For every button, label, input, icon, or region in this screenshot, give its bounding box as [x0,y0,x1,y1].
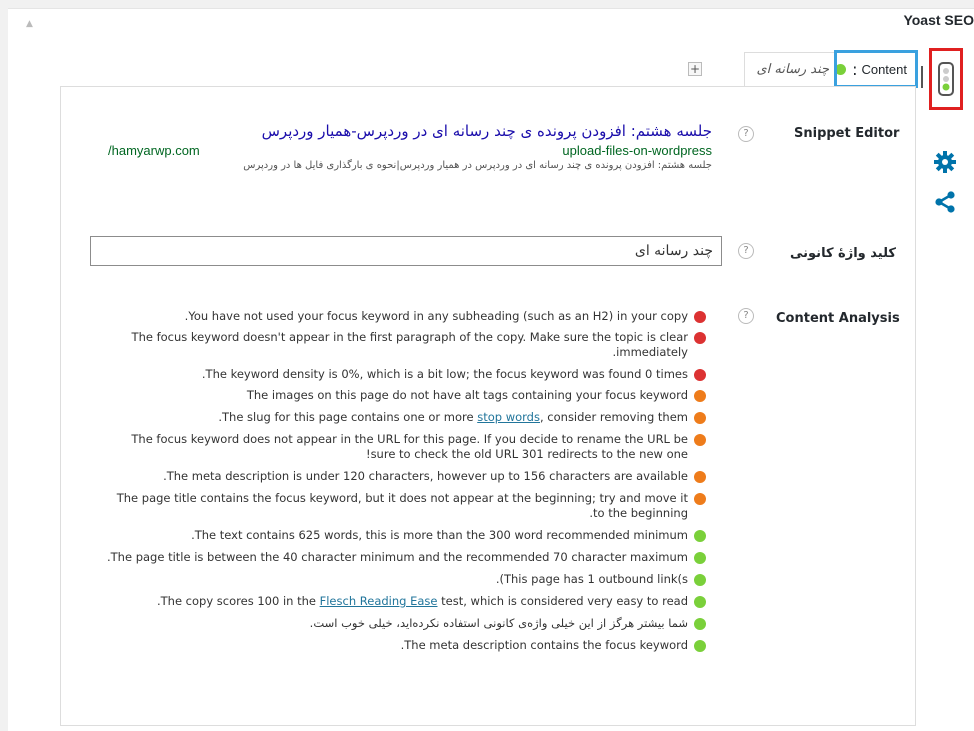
orange-score-dot [694,434,706,446]
focus-keyword-input[interactable] [90,236,722,266]
analysis-item: The focus keyword does not appear in the… [100,432,708,462]
analysis-item: The page title contains the focus keywor… [100,491,708,521]
analysis-item: The images on this page do not have alt … [100,388,708,403]
analysis-text: .The meta description contains the focus… [400,638,688,652]
orange-score-dot [694,390,706,402]
keyword-tabs: + چند رسانه ای : Content [60,50,918,88]
analysis-text-post: test, which is considered very easy to r… [437,594,688,608]
analysis-item: .The page title is between the 40 charac… [100,550,708,565]
analysis-item: .(This page has 1 outbound link(s [100,572,708,587]
content-analysis-label: Content Analysis [776,311,900,326]
analysis-text-post: , consider removing them [539,410,688,424]
social-tab[interactable] [925,182,965,222]
analysis-item: .The copy scores 100 in the Flesch Readi… [100,594,708,609]
analysis-text-pre: .The copy scores 100 in the [156,594,320,608]
green-score-dot [694,596,706,608]
traffic-light-icon [938,62,954,96]
analysis-text: .(This page has 1 outbound link(s [495,572,688,586]
analysis-text: .The page title is between the 40 charac… [107,550,688,564]
orange-score-dot [694,493,706,505]
collapse-arrow-icon[interactable]: ▲ [26,19,33,29]
snippet-slug: upload-files-on-wordpress [562,143,712,158]
tab-keyword: چند رسانه ای [756,62,830,77]
snippet-description[interactable]: جلسه هشتم: افزودن پرونده ی چند رسانه ای … [100,160,712,171]
snippet-host: /hamyarwp.com [108,143,200,158]
orange-score-dot [694,412,706,424]
green-score-dot [694,530,706,542]
snippet-preview[interactable]: جلسه هشتم: افزودن پرونده ی چند رسانه ای … [100,122,712,171]
analysis-item: .The slug for this page contains one or … [100,410,708,425]
analysis-item: شما بیشتر هرگز از این خیلی واژه‌ی کانونی… [100,616,708,631]
active-tab-indicator [921,66,923,88]
tab-highlight [834,50,918,88]
analysis-text: .The slug for this page contains one or … [100,410,688,425]
tab-content[interactable]: چند رسانه ای : Content [743,50,918,88]
red-score-dot [694,369,706,381]
analysis-text-pre: .The slug for this page contains one or … [218,410,478,424]
snippet-url[interactable]: upload-files-on-wordpress /hamyarwp.com [100,143,712,159]
focus-help-icon[interactable]: ? [738,243,754,259]
analysis-text: .You have not used your focus keyword in… [184,309,688,323]
analysis-text: The images on this page do not have alt … [246,388,688,402]
analysis-text: شما بیشتر هرگز از این خیلی واژه‌ی کانونی… [309,616,688,630]
analysis-text: .The keyword density is 0%, which is a b… [201,367,688,381]
analysis-text: The focus keyword does not appear in the… [131,432,688,446]
analysis-text: .immediately [612,345,688,359]
traffic-light-tab[interactable] [929,48,963,110]
analysis-text: The page title contains the focus keywor… [116,491,688,505]
green-score-dot [694,618,706,630]
analysis-text: .to the beginning [589,506,688,520]
gear-icon [934,151,956,173]
analysis-text: !sure to check the old URL 301 redirects… [365,447,688,461]
settings-tab[interactable] [925,142,965,182]
snippet-editor-label: Snippet Editor [794,126,900,141]
analysis-text: .The meta description is under 120 chara… [163,469,688,483]
add-keyword-tab-button[interactable]: + [688,62,702,76]
snippet-help-icon[interactable]: ? [738,126,754,142]
red-score-dot [694,311,706,323]
analysis-item: .You have not used your focus keyword in… [100,309,708,324]
analysis-item: .The meta description is under 120 chara… [100,469,708,484]
analysis-item: The focus keyword doesn't appear in the … [100,330,708,360]
metabox-title: Yoast SEO [903,12,974,28]
side-tabs [921,48,974,730]
green-score-dot [694,574,706,586]
analysis-item: .The meta description contains the focus… [100,638,708,653]
snippet-title[interactable]: جلسه هشتم: افزودن پرونده ی چند رسانه ای … [100,122,712,140]
orange-score-dot [694,471,706,483]
analysis-text: .The text contains 625 words, this is mo… [191,528,688,542]
green-score-dot [694,640,706,652]
analysis-help-icon[interactable]: ? [738,308,754,324]
share-icon [935,191,955,213]
analysis-item: .The text contains 625 words, this is mo… [100,528,708,543]
content-analysis-list: .You have not used your focus keyword in… [100,309,708,660]
focus-keyword-label: کلید واژهٔ کانونی [790,246,896,261]
analysis-link[interactable]: Flesch Reading Ease [320,594,438,608]
analysis-item: .The keyword density is 0%, which is a b… [100,367,708,382]
analysis-link[interactable]: stop words [477,410,540,424]
analysis-text: The focus keyword doesn't appear in the … [131,330,688,344]
green-score-dot [694,552,706,564]
analysis-text: .The copy scores 100 in the Flesch Readi… [100,594,688,609]
red-score-dot [694,332,706,344]
